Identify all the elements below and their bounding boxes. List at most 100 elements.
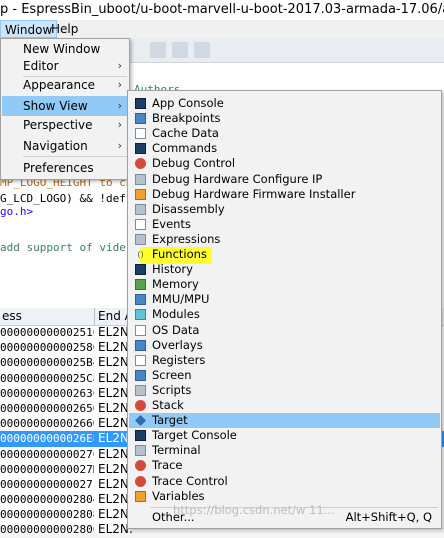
debug-hardware-configure-icon bbox=[135, 173, 146, 185]
debug-control-icon bbox=[135, 158, 146, 170]
view-item-debug-hardware-firmware-installer[interactable]: Debug Hardware Firmware Installer bbox=[129, 187, 440, 202]
address-cell: 000000000002580 bbox=[0, 341, 94, 355]
menu-separator bbox=[23, 76, 127, 77]
address-cell: 0000000000026E8 bbox=[0, 432, 94, 446]
view-item-cache-data[interactable]: Cache Data bbox=[129, 126, 440, 141]
view-item-label: Functions bbox=[152, 247, 207, 261]
menu-item-label: Perspective bbox=[23, 118, 93, 132]
view-item-trace[interactable]: Trace bbox=[129, 458, 440, 473]
menu-item-label: Show View bbox=[23, 99, 88, 113]
chevron-right-icon: › bbox=[117, 139, 122, 152]
view-item-commands[interactable]: Commands bbox=[129, 141, 440, 156]
chevron-right-icon: › bbox=[117, 78, 122, 91]
view-item-expressions[interactable]: Expressions bbox=[129, 232, 440, 247]
address-cell: 000000000002650 bbox=[0, 401, 94, 415]
view-item-label: Breakpoints bbox=[152, 111, 221, 126]
view-item-label: Registers bbox=[152, 352, 206, 367]
view-item-label: Debug Hardware Firmware Installer bbox=[152, 186, 356, 201]
watermark-text: https://blog.csdn.net/w 11... bbox=[173, 503, 335, 517]
menu-item-appearance[interactable]: Appearance › bbox=[2, 75, 128, 95]
view-item-functions[interactable]: () Functions bbox=[129, 247, 440, 262]
address-cell: 00000000000027DC bbox=[0, 462, 94, 476]
chevron-right-icon: › bbox=[117, 59, 122, 72]
view-item-screen[interactable]: Screen bbox=[129, 368, 440, 383]
address-cell: 0000000000025C8 bbox=[0, 371, 94, 385]
view-item-label: Debug Hardware Configure IP bbox=[152, 171, 323, 186]
menu-item-editor[interactable]: Editor › bbox=[2, 56, 128, 76]
memory-icon bbox=[135, 279, 146, 291]
stack-icon bbox=[135, 400, 146, 411]
view-item-label: Scripts bbox=[152, 382, 192, 397]
view-item-label: Overlays bbox=[152, 337, 203, 352]
functions-icon: () bbox=[137, 250, 144, 259]
view-item-debug-control[interactable]: Debug Control bbox=[129, 156, 440, 171]
toolbar-button[interactable] bbox=[194, 42, 210, 58]
view-item-breakpoints[interactable]: Breakpoints bbox=[129, 111, 440, 126]
view-item-trace-control[interactable]: Trace Control bbox=[129, 474, 440, 489]
terminal-icon bbox=[135, 445, 146, 457]
menu-item-label: Appearance bbox=[23, 78, 96, 92]
firmware-installer-icon bbox=[135, 188, 146, 200]
menu-item-navigation[interactable]: Navigation › bbox=[2, 136, 128, 156]
menu-item-preferences[interactable]: Preferences bbox=[2, 158, 128, 178]
view-item-label: App Console bbox=[152, 96, 224, 110]
end-address-cell: EL2N bbox=[98, 325, 129, 339]
view-item-scripts[interactable]: Scripts bbox=[129, 383, 440, 398]
address-cell: 00000000000280C bbox=[0, 523, 94, 537]
view-item-target-console[interactable]: Target Console bbox=[129, 428, 440, 443]
view-item-stack[interactable]: Stack bbox=[129, 398, 440, 413]
view-item-mmu-mpu[interactable]: MMU/MPU bbox=[129, 292, 440, 307]
view-item-target[interactable]: Target bbox=[129, 413, 440, 429]
view-item-label: Cache Data bbox=[152, 126, 219, 141]
view-item-label: Debug Control bbox=[152, 156, 236, 171]
menu-item-label: Editor bbox=[23, 59, 59, 73]
window-title-bar: p - EspressBin_uboot/u-boot-marvell-u-bo… bbox=[0, 0, 444, 20]
view-item-label: OS Data bbox=[152, 322, 200, 337]
menu-bar: Window Help bbox=[0, 20, 444, 38]
view-item-disassembly[interactable]: Disassembly bbox=[129, 202, 440, 217]
address-cell: 00000000000027F0 bbox=[0, 477, 94, 491]
view-item-label: MMU/MPU bbox=[152, 292, 210, 307]
menu-item-show-view[interactable]: Show View › bbox=[2, 96, 128, 116]
menu-item-perspective[interactable]: Perspective › bbox=[2, 115, 128, 135]
cache-data-icon bbox=[135, 128, 146, 140]
column-header-address[interactable]: ess bbox=[2, 309, 22, 323]
address-cell: 0000000000025B4 bbox=[0, 356, 94, 370]
trace-icon bbox=[135, 460, 146, 472]
view-item-overlays[interactable]: Overlays bbox=[129, 338, 440, 353]
code-line: add support of vide bbox=[0, 241, 126, 254]
expressions-icon bbox=[135, 233, 146, 245]
address-cell: 00000000000263C bbox=[0, 386, 94, 400]
variables-icon bbox=[135, 490, 146, 502]
menu-separator bbox=[23, 156, 127, 157]
target-console-icon bbox=[135, 430, 146, 442]
trace-control-icon bbox=[135, 475, 146, 487]
menu-help[interactable]: Help bbox=[47, 20, 82, 38]
view-item-label: Disassembly bbox=[152, 201, 225, 216]
view-item-registers[interactable]: Registers bbox=[129, 353, 440, 368]
view-item-modules[interactable]: Modules bbox=[129, 307, 440, 322]
view-item-label: History bbox=[152, 262, 193, 277]
view-item-variables[interactable]: Variables bbox=[129, 489, 440, 504]
view-item-label: Target Console bbox=[152, 428, 237, 443]
window-menu-dropdown: New Window Editor › Appearance › Show View › Pe… bbox=[0, 38, 130, 180]
toolbar-button[interactable] bbox=[150, 42, 166, 58]
view-item-label: Screen bbox=[152, 367, 192, 382]
screen-icon bbox=[135, 369, 146, 381]
column-separator[interactable] bbox=[94, 308, 95, 325]
code-line: G_LCD_LOGO) && !def bbox=[0, 192, 126, 205]
view-item-history[interactable]: History bbox=[129, 262, 440, 277]
toolbar-button[interactable] bbox=[172, 42, 188, 58]
view-item-os-data[interactable]: OS Data bbox=[129, 323, 440, 338]
code-line: go.h> bbox=[0, 205, 34, 218]
view-item-terminal[interactable]: Terminal bbox=[129, 443, 440, 458]
view-item-label: Trace bbox=[152, 458, 183, 473]
view-item-label: Trace Control bbox=[152, 473, 228, 488]
view-item-events[interactable]: Events bbox=[129, 217, 440, 232]
view-item-app-console[interactable]: App Console bbox=[129, 96, 440, 111]
events-icon bbox=[135, 218, 146, 230]
view-item-label: Commands bbox=[152, 141, 218, 156]
view-item-debug-hardware-configure-ip[interactable]: Debug Hardware Configure IP bbox=[129, 172, 440, 187]
chevron-right-icon: › bbox=[117, 118, 122, 131]
view-item-memory[interactable]: Memory bbox=[129, 277, 440, 292]
